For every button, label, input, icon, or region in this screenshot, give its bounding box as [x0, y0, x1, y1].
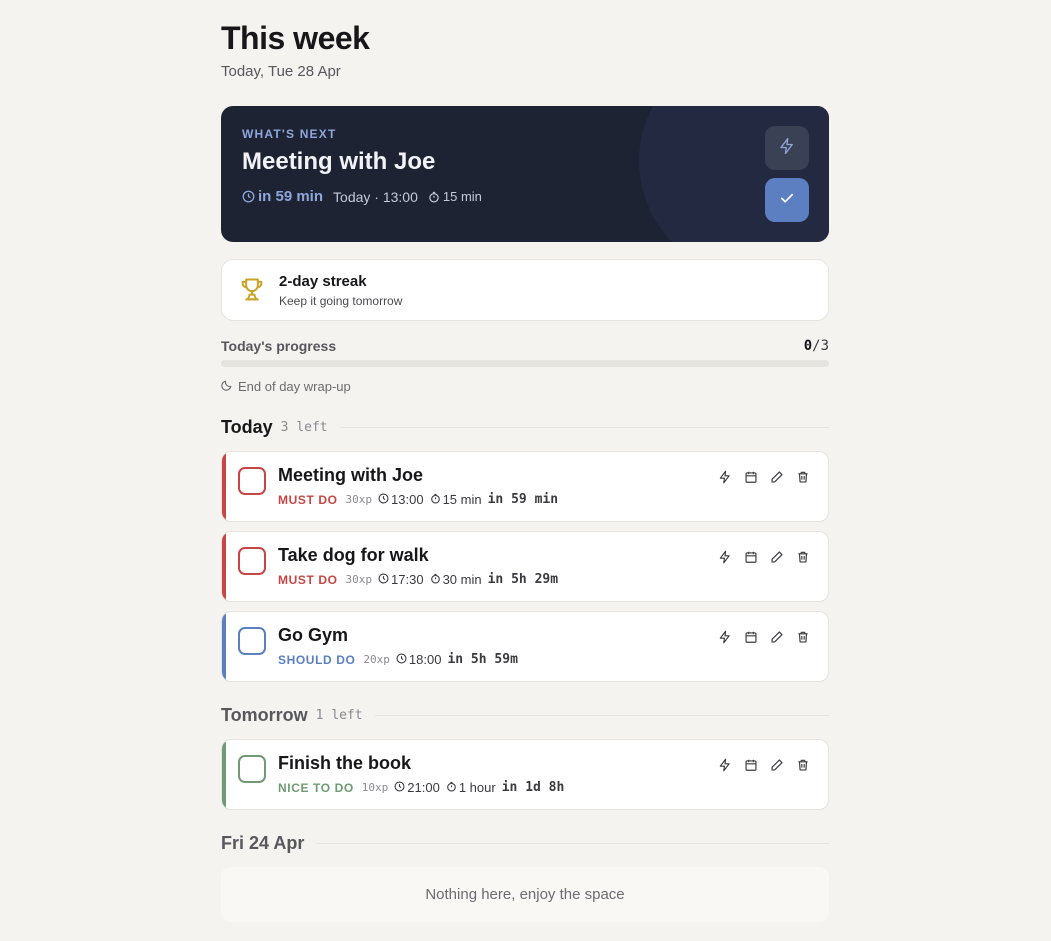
check-icon	[778, 189, 796, 212]
xp-value: 30xp	[345, 493, 373, 506]
pencil-icon[interactable]	[770, 630, 784, 644]
clock-icon	[378, 492, 391, 507]
timer-icon	[430, 492, 443, 507]
task-checkbox[interactable]	[238, 755, 266, 783]
progress-done: 0	[803, 338, 813, 354]
task-title: Finish the book	[278, 753, 411, 773]
task-time: 17:30	[391, 572, 424, 587]
whats-next-card: WHAT'S NEXT Meeting with Joe in 59 min T…	[221, 106, 829, 242]
task-card[interactable]: Take dog for walk MUST DO 30xp 17:30 30 …	[221, 531, 829, 602]
whats-next-title: Meeting with Joe	[242, 148, 436, 175]
trophy-icon	[238, 276, 266, 309]
lightning-icon[interactable]	[718, 470, 732, 484]
timer-icon	[428, 191, 440, 203]
trash-icon[interactable]	[796, 470, 810, 484]
task-card[interactable]: Finish the book NICE TO DO 10xp 21:00 1 …	[221, 739, 829, 810]
calendar-icon[interactable]	[744, 470, 758, 484]
section-title: Today	[221, 417, 273, 437]
task-checkbox[interactable]	[238, 547, 266, 575]
complete-button[interactable]	[765, 178, 809, 222]
task-relative: in 5h 29m	[487, 572, 559, 587]
task-actions	[718, 630, 810, 644]
task-actions	[718, 550, 810, 564]
progress-label: Today's progress	[221, 338, 337, 354]
task-card[interactable]: Go Gym SHOULD DO 20xp 18:00 in 5h 59m	[221, 611, 829, 682]
task-relative: in 5h 59m	[447, 652, 518, 667]
calendar-icon[interactable]	[744, 550, 758, 564]
progress-bar	[221, 360, 829, 367]
whats-next-label: WHAT'S NEXT	[242, 127, 337, 141]
task-title: Take dog for walk	[278, 545, 429, 565]
clock-icon	[394, 780, 407, 795]
xp-value: 20xp	[363, 653, 390, 666]
pencil-icon[interactable]	[770, 758, 784, 772]
clock-icon	[378, 572, 391, 587]
whats-next-duration: 15 min	[442, 189, 482, 204]
streak-title: 2-day streak	[279, 273, 367, 290]
streak-card: 2-day streak Keep it going tomorrow	[221, 259, 829, 321]
streak-subtitle: Keep it going tomorrow	[279, 294, 403, 308]
whats-next-meta: in 59 min Today · 13:00 15 min	[242, 188, 482, 205]
xp-value: 10xp	[361, 781, 389, 794]
progress-total: /3	[812, 338, 829, 354]
trash-icon[interactable]	[796, 758, 810, 772]
whats-next-relative: in 59 min	[258, 188, 324, 205]
task-card[interactable]: Meeting with Joe MUST DO 30xp 13:00 15 m…	[221, 451, 829, 522]
pencil-icon[interactable]	[770, 470, 784, 484]
task-actions	[718, 758, 810, 772]
lightning-icon[interactable]	[718, 550, 732, 564]
task-relative: in 59 min	[487, 492, 559, 507]
task-meta: MUST DO 30xp 17:30 30 min in 5h 29m	[278, 572, 558, 587]
task-checkbox[interactable]	[238, 467, 266, 495]
focus-button[interactable]	[765, 126, 809, 170]
task-title: Go Gym	[278, 625, 349, 645]
progress-count: 0/3	[804, 338, 829, 354]
task-time: 13:00	[391, 492, 424, 507]
task-meta: SHOULD DO 20xp 18:00 in 5h 59m	[278, 652, 518, 667]
section-today: Today 3 left	[221, 417, 829, 438]
section-count: 1 left	[315, 708, 363, 723]
task-duration: 30 min	[442, 572, 482, 587]
section-count: 3 left	[280, 420, 328, 435]
pencil-icon[interactable]	[770, 550, 784, 564]
lightning-icon[interactable]	[718, 758, 732, 772]
timer-icon	[430, 572, 443, 587]
priority-badge: SHOULD DO	[278, 652, 356, 667]
empty-state: Nothing here, enjoy the space	[221, 867, 829, 922]
task-actions	[718, 470, 810, 484]
priority-badge: MUST DO	[278, 572, 338, 587]
timer-icon	[446, 780, 459, 795]
moon-icon	[221, 379, 238, 394]
xp-value: 30xp	[345, 573, 373, 586]
section-fri: Fri 24 Apr	[221, 833, 829, 854]
task-time: 21:00	[407, 780, 440, 795]
task-meta: MUST DO 30xp 13:00 15 min in 59 min	[278, 492, 558, 507]
wrapup-label: End of day wrap-up	[238, 379, 351, 394]
task-title: Meeting with Joe	[278, 465, 424, 485]
task-checkbox[interactable]	[238, 627, 266, 655]
lightning-icon	[778, 137, 796, 160]
task-duration: 1 hour	[458, 780, 496, 795]
section-title: Tomorrow	[221, 705, 308, 725]
section-tomorrow: Tomorrow 1 left	[221, 705, 829, 726]
priority-badge: NICE TO DO	[278, 780, 354, 795]
wrapup-link[interactable]: End of day wrap-up	[221, 379, 351, 394]
task-duration: 15 min	[442, 492, 482, 507]
trash-icon[interactable]	[796, 630, 810, 644]
priority-badge: MUST DO	[278, 492, 338, 507]
calendar-icon[interactable]	[744, 758, 758, 772]
whats-next-when: Today · 13:00	[333, 188, 418, 205]
page-subtitle: Today, Tue 28 Apr	[221, 63, 341, 80]
task-meta: NICE TO DO 10xp 21:00 1 hour in 1d 8h	[278, 780, 564, 795]
task-relative: in 1d 8h	[501, 780, 565, 795]
clock-icon	[242, 190, 255, 203]
section-title: Fri 24 Apr	[221, 833, 305, 853]
clock-icon	[396, 652, 409, 667]
trash-icon[interactable]	[796, 550, 810, 564]
task-time: 18:00	[408, 652, 442, 667]
page-title: This week	[221, 20, 370, 56]
lightning-icon[interactable]	[718, 630, 732, 644]
calendar-icon[interactable]	[744, 630, 758, 644]
